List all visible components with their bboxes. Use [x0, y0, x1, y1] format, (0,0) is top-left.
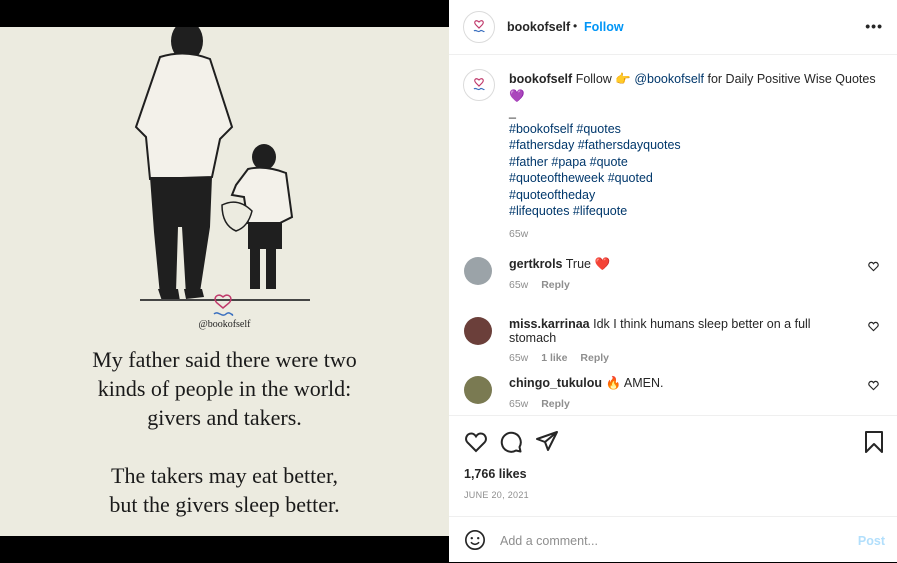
father-child-illustration: [134, 27, 310, 301]
reply-button[interactable]: Reply: [541, 398, 570, 410]
post-photo[interactable]: @bookofself My father said there were tw…: [0, 27, 449, 536]
save-bookmark-icon[interactable]: [863, 430, 885, 454]
like-heart-icon[interactable]: [464, 430, 488, 454]
comment-body: chingo_tukulou 🔥 AMEN. 65w Reply: [509, 376, 859, 410]
caption-username[interactable]: bookofself: [509, 72, 572, 86]
bookofself-logo-icon: [473, 78, 485, 91]
comment-age[interactable]: 65w: [509, 279, 528, 291]
hashtag-line[interactable]: #fathersday #fathersdayquotes: [509, 137, 879, 154]
comment-body: gertkrols True ❤️ 65w Reply: [509, 257, 859, 291]
caption-age[interactable]: 65w: [509, 226, 879, 243]
bookofself-logo-icon: [213, 294, 234, 316]
follow-button[interactable]: Follow: [584, 20, 624, 34]
post-caption: bookofself Follow 👉 @bookofself for Dail…: [509, 71, 879, 242]
reply-button[interactable]: Reply: [541, 279, 570, 291]
image-handle: @bookofself: [198, 319, 251, 330]
comment-meta: 65w Reply: [509, 398, 859, 410]
hashtag-line[interactable]: #quoteoftheday: [509, 187, 879, 204]
caption-text-1: Follow 👉: [575, 72, 631, 86]
post-actions: 1,766 likes JUNE 20, 2021: [449, 415, 897, 516]
like-count[interactable]: 1,766 likes: [464, 467, 527, 481]
comment-age[interactable]: 65w: [509, 398, 528, 410]
caption-first-line: bookofself Follow 👉 @bookofself for Dail…: [509, 71, 879, 104]
comment-like-count[interactable]: 1 like: [541, 352, 567, 364]
quote-part-two: The takers may eat better, but the giver…: [109, 463, 340, 517]
comment-username[interactable]: miss.karrinaa: [509, 317, 590, 331]
quote-part-one: My father said there were two kinds of p…: [92, 347, 357, 430]
caption-author-avatar[interactable]: [463, 69, 495, 101]
comment-username[interactable]: gertkrols: [509, 257, 563, 271]
bookofself-logo-icon: [473, 20, 485, 33]
like-comment-heart-icon[interactable]: [868, 261, 879, 272]
reply-button[interactable]: Reply: [580, 352, 609, 364]
hashtag-line[interactable]: #bookofself #quotes: [509, 121, 879, 138]
comment-username[interactable]: chingo_tukulou: [509, 376, 602, 390]
comments-scroll-area[interactable]: bookofself Follow 👉 @bookofself for Dail…: [449, 55, 897, 415]
comment-meta: 65w 1 like Reply: [509, 352, 859, 364]
author-username[interactable]: bookofself: [507, 20, 570, 34]
comment-bubble-icon[interactable]: [499, 430, 523, 454]
commenter-avatar[interactable]: [464, 376, 492, 404]
commenter-avatar[interactable]: [464, 317, 492, 345]
like-comment-heart-icon[interactable]: [868, 321, 879, 332]
caption-underscore: _: [509, 105, 516, 119]
author-avatar[interactable]: [463, 11, 495, 43]
share-paper-plane-icon[interactable]: [535, 429, 559, 453]
post-comment-button[interactable]: Post: [858, 534, 885, 548]
emoji-icon[interactable]: [464, 529, 486, 551]
commenter-avatar[interactable]: [464, 257, 492, 285]
hashtag-line[interactable]: #father #papa #quote: [509, 154, 879, 171]
comment-text: True ❤️: [565, 257, 611, 271]
add-comment-input[interactable]: Add a comment...: [500, 534, 598, 548]
hashtag-line[interactable]: #lifequotes #lifequote: [509, 203, 879, 220]
post-image-pane: @bookofself My father said there were tw…: [0, 0, 449, 562]
more-options-icon[interactable]: •••: [865, 18, 883, 34]
hashtag-line[interactable]: #quoteoftheweek #quoted: [509, 170, 879, 187]
post-side-panel: bookofself • Follow ••• bookofself Follo…: [449, 0, 897, 562]
caption-mention[interactable]: @bookofself: [634, 72, 704, 86]
post-header: bookofself • Follow •••: [449, 0, 897, 55]
comment-text: 🔥 AMEN.: [605, 376, 664, 390]
add-comment-bar: Add a comment... Post: [449, 516, 897, 563]
comment-body: miss.karrinaa Idk I think humans sleep b…: [509, 317, 859, 364]
comment-age[interactable]: 65w: [509, 352, 528, 364]
comment-meta: 65w Reply: [509, 279, 859, 291]
header-separator: •: [573, 19, 578, 33]
post-date[interactable]: JUNE 20, 2021: [464, 490, 529, 500]
like-comment-heart-icon[interactable]: [868, 380, 879, 391]
